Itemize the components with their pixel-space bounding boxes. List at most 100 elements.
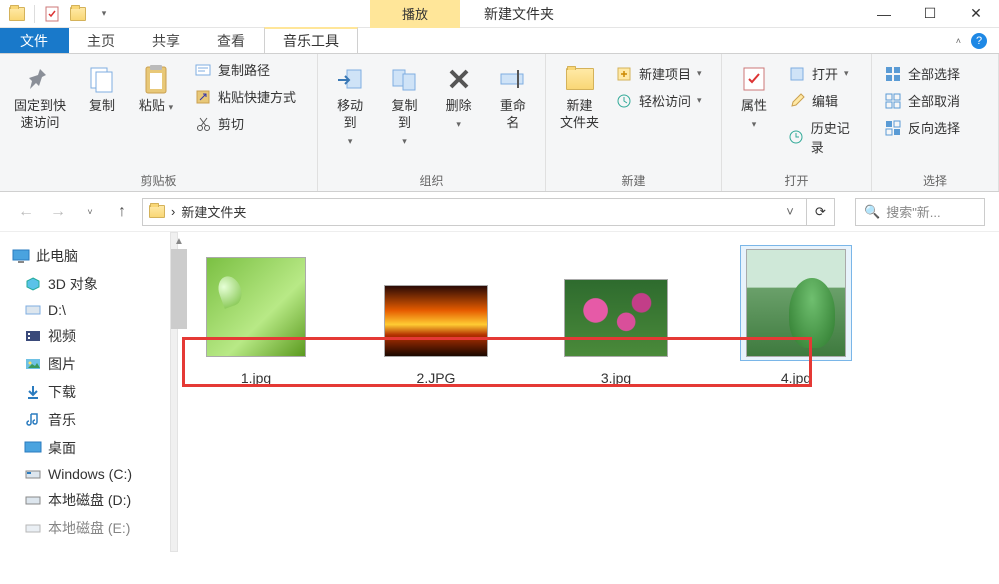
- folder-icon[interactable]: [67, 3, 89, 25]
- scrollbar-track[interactable]: ▲: [170, 232, 178, 552]
- explorer-body: 此电脑 3D 对象 D:\ 视频 图片 下载 音乐 桌面: [0, 232, 999, 584]
- tab-view[interactable]: 查看: [199, 28, 264, 53]
- tab-home[interactable]: 主页: [69, 28, 134, 53]
- copy-path-button[interactable]: 复制路径: [190, 58, 300, 81]
- tab-file[interactable]: 文件: [0, 28, 69, 53]
- folder-icon: [149, 205, 165, 218]
- ribbon-group-new: 新建 文件夹 新建项目 ▾ 轻松访问 ▾ 新建: [546, 54, 722, 191]
- computer-icon: [12, 248, 30, 264]
- select-all-button[interactable]: 全部选择: [880, 62, 964, 85]
- downloads-icon: [24, 384, 42, 400]
- search-box[interactable]: 🔍 搜索"新...: [855, 198, 985, 226]
- breadcrumb-separator[interactable]: ›: [171, 204, 175, 219]
- tree-drive-d[interactable]: D:\: [6, 298, 164, 322]
- pictures-icon: [24, 356, 42, 372]
- breadcrumb-item[interactable]: 新建文件夹: [181, 202, 246, 221]
- paste-shortcut-button[interactable]: 粘贴快捷方式: [190, 85, 300, 108]
- videos-icon: [24, 328, 42, 344]
- rename-button[interactable]: 重命名: [489, 58, 537, 136]
- tab-music-tools[interactable]: 音乐工具: [264, 27, 358, 53]
- tree-videos[interactable]: 视频: [6, 322, 164, 350]
- file-list-view[interactable]: 1.jpg 2.JPG 3.jpg 4.jpg: [180, 232, 999, 584]
- window-title: 新建文件夹: [484, 4, 554, 24]
- new-item-button[interactable]: 新建项目 ▾: [611, 62, 706, 85]
- copy-to-button[interactable]: 复制到▾: [380, 58, 428, 153]
- tree-local-disk-e[interactable]: 本地磁盘 (E:): [6, 514, 164, 542]
- group-label: 打开: [730, 170, 863, 189]
- ribbon-group-clipboard: 固定到快 速访问 复制 粘贴 ▾ 复制路径 粘贴快捷方式: [0, 54, 318, 191]
- easy-access-button[interactable]: 轻松访问 ▾: [611, 89, 706, 112]
- desktop-icon: [24, 440, 42, 456]
- drive-icon: [24, 492, 42, 508]
- drive-icon: [24, 466, 42, 482]
- help-button[interactable]: ?: [971, 33, 987, 49]
- copy-button[interactable]: 复制: [78, 58, 126, 119]
- select-none-button[interactable]: 全部取消: [880, 89, 964, 112]
- invert-selection-button[interactable]: 反向选择: [880, 116, 964, 139]
- properties-button[interactable]: 属性▾: [730, 58, 778, 136]
- back-button[interactable]: ←: [14, 200, 38, 224]
- history-icon: [788, 128, 805, 146]
- context-tab-header: 播放: [370, 0, 460, 28]
- navigation-bar: ← → ˅ ↑ › 新建文件夹 ˅ ⟳ 🔍 搜索"新...: [0, 192, 999, 232]
- paste-button[interactable]: 粘贴 ▾: [132, 58, 180, 119]
- tree-downloads[interactable]: 下载: [6, 378, 164, 406]
- recent-locations-dropdown[interactable]: ˅: [78, 200, 102, 224]
- scissors-icon: [194, 115, 212, 133]
- tree-drive-c[interactable]: Windows (C:): [6, 462, 164, 486]
- file-item[interactable]: 3.jpg: [556, 276, 676, 386]
- move-to-button[interactable]: 移动到▾: [326, 58, 374, 153]
- group-label: 选择: [880, 170, 990, 189]
- tree-music[interactable]: 音乐: [6, 406, 164, 434]
- drive-icon: [24, 520, 42, 536]
- tree-local-disk-d[interactable]: 本地磁盘 (D:): [6, 486, 164, 514]
- customize-qat-dropdown[interactable]: ▾: [93, 3, 115, 25]
- file-name: 1.jpg: [241, 370, 271, 386]
- file-item[interactable]: 4.jpg: [736, 246, 856, 386]
- file-name: 3.jpg: [601, 370, 631, 386]
- ribbon-group-select: 全部选择 全部取消 反向选择 选择: [872, 54, 999, 191]
- address-bar[interactable]: › 新建文件夹 ˅: [142, 198, 807, 226]
- quick-access-toolbar: ▾: [0, 3, 115, 25]
- maximize-button[interactable]: ☐: [907, 0, 953, 28]
- title-bar: ▾ 播放 新建文件夹 — ☐ ✕: [0, 0, 999, 28]
- 3d-objects-icon: [24, 276, 42, 292]
- refresh-button[interactable]: ⟳: [807, 198, 835, 226]
- tree-3d-objects[interactable]: 3D 对象: [6, 270, 164, 298]
- pane-splitter[interactable]: ▲: [170, 232, 180, 584]
- group-label: 新建: [554, 170, 713, 189]
- close-button[interactable]: ✕: [953, 0, 999, 28]
- tree-desktop[interactable]: 桌面: [6, 434, 164, 462]
- minimize-button[interactable]: —: [861, 0, 907, 28]
- forward-button[interactable]: →: [46, 200, 70, 224]
- window-controls: — ☐ ✕: [861, 0, 999, 28]
- file-name: 2.JPG: [417, 370, 456, 386]
- ribbon-group-organize: 移动到▾ 复制到▾ 删除▾ 重命名 组织: [318, 54, 546, 191]
- collapse-ribbon-button[interactable]: ˄: [956, 36, 961, 46]
- search-icon: 🔍: [864, 204, 880, 220]
- tab-share[interactable]: 共享: [134, 28, 199, 53]
- file-item[interactable]: 2.JPG: [376, 282, 496, 386]
- edit-button[interactable]: 编辑: [784, 89, 863, 112]
- file-name: 4.jpg: [781, 370, 811, 386]
- up-button[interactable]: ↑: [110, 200, 134, 224]
- pin-to-quick-access-button[interactable]: 固定到快 速访问: [8, 58, 72, 136]
- new-folder-button[interactable]: 新建 文件夹: [554, 58, 605, 136]
- tree-pictures[interactable]: 图片: [6, 350, 164, 378]
- group-label: 组织: [326, 170, 537, 189]
- navigation-pane[interactable]: 此电脑 3D 对象 D:\ 视频 图片 下载 音乐 桌面: [0, 232, 170, 584]
- folder-icon: [6, 3, 28, 25]
- delete-icon: [442, 62, 476, 96]
- properties-icon[interactable]: [41, 3, 63, 25]
- delete-button[interactable]: 删除▾: [435, 58, 483, 136]
- address-dropdown[interactable]: ˅: [780, 204, 800, 219]
- tree-this-pc[interactable]: 此电脑: [6, 242, 164, 270]
- search-placeholder: 搜索"新...: [886, 202, 940, 221]
- group-label: 剪贴板: [8, 170, 309, 189]
- file-item[interactable]: 1.jpg: [196, 254, 316, 386]
- edit-icon: [788, 92, 806, 110]
- cut-button[interactable]: 剪切: [190, 112, 300, 135]
- open-button[interactable]: 打开 ▾: [784, 62, 863, 85]
- music-icon: [24, 412, 42, 428]
- history-button[interactable]: 历史记录: [784, 116, 863, 158]
